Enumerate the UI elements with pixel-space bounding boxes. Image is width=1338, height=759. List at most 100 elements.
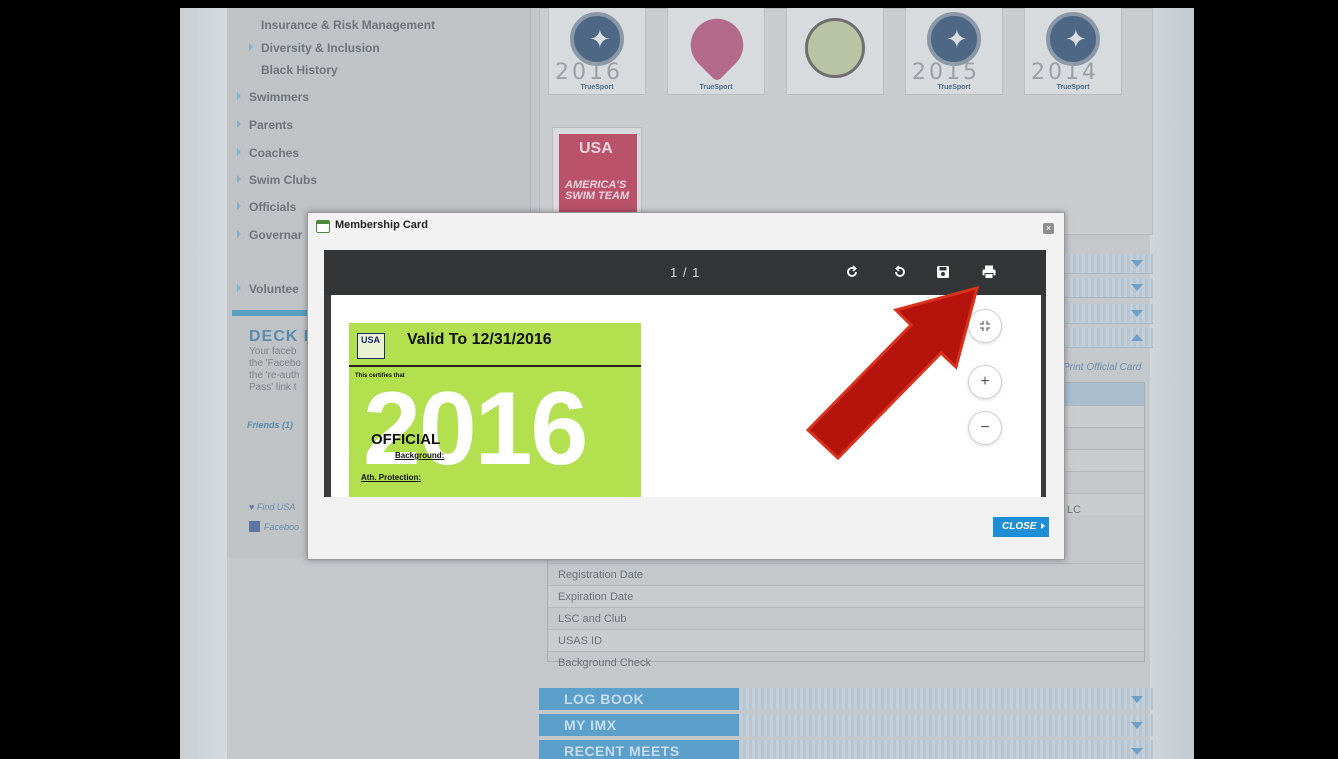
- chevron-down-icon: [1131, 310, 1143, 317]
- card-year-watermark: 2016: [363, 371, 588, 487]
- badge-party[interactable]: [786, 8, 884, 95]
- zoom-out-button[interactable]: −: [968, 411, 1002, 445]
- chevron-right-icon: [237, 120, 241, 128]
- badge-truesport-2015[interactable]: ✦ 2015 TrueSport: [905, 8, 1003, 95]
- nav-item-parents[interactable]: Parents: [237, 118, 293, 132]
- card-role: OFFICIAL: [371, 431, 441, 448]
- nav-label: Officials: [249, 200, 297, 214]
- badge-year: 2016: [555, 60, 623, 85]
- valid-to-date: Valid To 12/31/2016: [407, 331, 552, 348]
- close-icon[interactable]: ×: [1043, 223, 1054, 234]
- badge-label: TrueSport: [937, 84, 971, 91]
- find-usa-label: Find USA: [256, 502, 296, 512]
- rotate-clockwise-icon[interactable]: [843, 263, 861, 281]
- heart-icon: ♥: [249, 502, 255, 512]
- badge-label: TrueSport: [580, 84, 614, 91]
- nav-label: Black History: [261, 63, 338, 77]
- table-row-lsc-club: LSC and Club: [548, 607, 1144, 629]
- chevron-right-icon: [237, 92, 241, 100]
- zoom-in-button[interactable]: +: [968, 365, 1002, 399]
- badge-usa-swimming[interactable]: USA AMERICA'S SWIM TEAM: [552, 127, 642, 219]
- star-icon: ✦: [589, 24, 611, 54]
- americas-swim-team-text: AMERICA'S SWIM TEAM: [565, 179, 630, 202]
- dialog-titlebar: Membership Card ×: [308, 213, 1064, 239]
- table-row-usas-id: USAS ID: [548, 629, 1144, 651]
- chevron-right-icon: [249, 43, 253, 51]
- membership-card: USA Valid To 12/31/2016 This certifies t…: [349, 323, 641, 497]
- nav-label: Insurance & Risk Management: [261, 18, 436, 32]
- chevron-down-icon: [1131, 748, 1143, 755]
- bar-label: MY IMX: [564, 717, 617, 733]
- table-row-expiration-date: Expiration Date: [548, 585, 1144, 607]
- heart-icon: [679, 8, 755, 83]
- ath-protection-label: Ath. Protection:: [361, 473, 421, 482]
- print-icon[interactable]: [980, 263, 998, 281]
- membership-card-dialog: Membership Card × 1 / 1 USA Valid To 12/…: [307, 212, 1065, 560]
- nav-label: Swim Clubs: [249, 173, 318, 187]
- document-page: USA Valid To 12/31/2016 This certifies t…: [331, 295, 1041, 497]
- facebook-label: Faceboo: [264, 522, 300, 532]
- nav-label: Governar: [249, 228, 303, 242]
- badge-truesport-2016[interactable]: ✦ 2016 TrueSport: [548, 8, 646, 95]
- page-indicator: 1 / 1: [670, 265, 701, 280]
- nav-item-officials[interactable]: Officials: [237, 200, 296, 214]
- party-face-icon: [805, 18, 865, 78]
- facebook-link[interactable]: Faceboo: [249, 521, 299, 532]
- background-label: Background:: [395, 451, 445, 460]
- recent-meets-bar[interactable]: RECENT MEETS: [539, 740, 1153, 759]
- chevron-right-icon: [1041, 523, 1046, 529]
- rotate-counterclockwise-icon[interactable]: [891, 263, 909, 281]
- badge-year: 2015: [912, 60, 980, 85]
- badge-truesport-2014[interactable]: ✦ 2014 TrueSport: [1024, 8, 1122, 95]
- star-icon: ✦: [1065, 24, 1087, 54]
- chevron-right-icon: [237, 284, 241, 292]
- card-divider: [349, 365, 641, 367]
- badge-label: TrueSport: [1056, 84, 1090, 91]
- save-icon[interactable]: [934, 263, 952, 281]
- usa-swimming-logo: USA: [357, 333, 385, 359]
- table-row-registration-date: Registration Date: [548, 563, 1144, 585]
- logo-text: USA: [361, 335, 381, 345]
- window-icon: [316, 220, 330, 233]
- deck-pass-title: DECK P: [249, 328, 316, 345]
- badge-year: 2014: [1031, 60, 1099, 85]
- log-book-bar[interactable]: LOG BOOK: [539, 688, 1153, 710]
- facebook-icon: [249, 521, 260, 532]
- nav-item-volunteers[interactable]: Voluntee: [237, 282, 299, 296]
- chevron-down-icon: [1131, 260, 1143, 267]
- fit-page-icon[interactable]: [968, 309, 1002, 343]
- nav-item-swim-clubs[interactable]: Swim Clubs: [237, 173, 317, 187]
- close-label: CLOSE: [1002, 521, 1037, 532]
- nav-item-swimmers[interactable]: Swimmers: [237, 90, 309, 104]
- nav-label: Coaches: [249, 146, 300, 160]
- viewer-toolbar: 1 / 1: [324, 250, 1046, 295]
- badges-panel: ✦ 2016 TrueSport TrueSport ✦ 2015 TrueSp…: [539, 8, 1153, 235]
- badge-heart[interactable]: TrueSport: [667, 8, 765, 95]
- nav-item-insurance[interactable]: Insurance & Risk Management: [261, 18, 435, 32]
- chevron-right-icon: [237, 202, 241, 210]
- dialog-title: Membership Card: [335, 219, 428, 231]
- table-row-background-check: Background Check: [548, 651, 1144, 669]
- screen: Insurance & Risk Management Diversity & …: [0, 0, 1338, 759]
- friends-link[interactable]: Friends (1): [247, 420, 293, 430]
- usa-swimming-logo: USA AMERICA'S SWIM TEAM: [559, 134, 637, 214]
- find-usa-link[interactable]: ♥ Find USA: [249, 502, 295, 512]
- chevron-right-icon: [237, 230, 241, 238]
- chevron-right-icon: [237, 175, 241, 183]
- chevron-down-icon: [1131, 284, 1143, 291]
- close-button[interactable]: CLOSE: [993, 517, 1049, 537]
- bar-label: RECENT MEETS: [564, 743, 680, 759]
- bar-label: LOG BOOK: [564, 691, 645, 707]
- my-imx-bar[interactable]: MY IMX: [539, 714, 1153, 736]
- nav-item-diversity[interactable]: Diversity & Inclusion: [249, 41, 380, 55]
- nav-item-coaches[interactable]: Coaches: [237, 146, 299, 160]
- nav-item-black-history[interactable]: Black History: [261, 63, 338, 77]
- usa-text: USA: [579, 140, 613, 157]
- print-official-card-link[interactable]: Print Official Card: [1063, 362, 1141, 373]
- chevron-right-icon: [237, 148, 241, 156]
- chevron-up-icon: [1131, 334, 1143, 341]
- nav-label: Parents: [249, 118, 294, 132]
- nav-item-governance[interactable]: Governar: [237, 228, 302, 242]
- pdf-viewer: 1 / 1 USA Valid To 12/31/2016 This certi…: [324, 250, 1046, 497]
- nav-label: Voluntee: [249, 282, 299, 296]
